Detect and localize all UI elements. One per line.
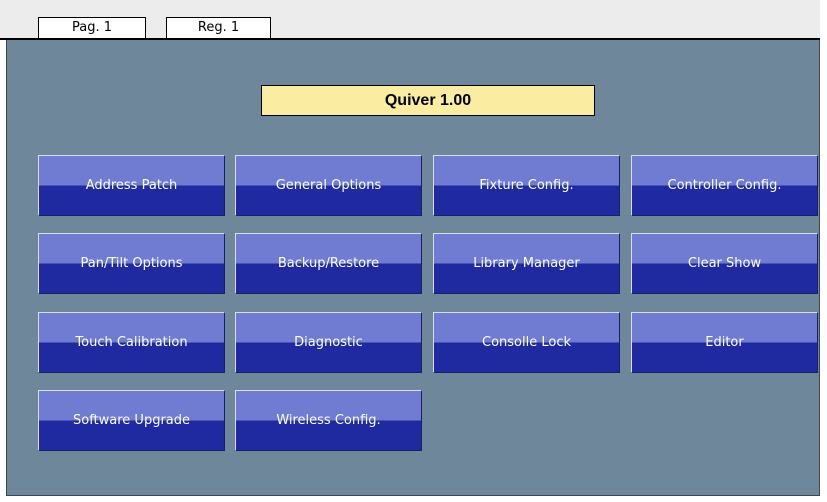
tab-register[interactable]: Reg. 1 (166, 17, 271, 38)
editor-button[interactable]: Editor (631, 312, 818, 373)
top-tab-bar: Pag. 1 Reg. 1 (0, 0, 820, 40)
fixture-config-button[interactable]: Fixture Config. (433, 155, 620, 216)
controller-config-button[interactable]: Controller Config. (631, 155, 818, 216)
library-manager-button[interactable]: Library Manager (433, 233, 620, 294)
diagnostic-button[interactable]: Diagnostic (235, 312, 422, 373)
software-upgrade-button[interactable]: Software Upgrade (38, 390, 225, 451)
wireless-config-button[interactable]: Wireless Config. (235, 390, 422, 451)
application-window: Pag. 1 Reg. 1 Quiver 1.00 Address Patch … (0, 0, 827, 502)
consolle-lock-button[interactable]: Consolle Lock (433, 312, 620, 373)
version-title: Quiver 1.00 (261, 85, 595, 116)
pan-tilt-options-button[interactable]: Pan/Tilt Options (38, 233, 225, 294)
main-menu-panel: Quiver 1.00 Address Patch General Option… (6, 40, 820, 496)
general-options-button[interactable]: General Options (235, 155, 422, 216)
backup-restore-button[interactable]: Backup/Restore (235, 233, 422, 294)
touch-calibration-button[interactable]: Touch Calibration (38, 312, 225, 373)
clear-show-button[interactable]: Clear Show (631, 233, 818, 294)
tab-page[interactable]: Pag. 1 (38, 17, 146, 38)
address-patch-button[interactable]: Address Patch (38, 155, 225, 216)
